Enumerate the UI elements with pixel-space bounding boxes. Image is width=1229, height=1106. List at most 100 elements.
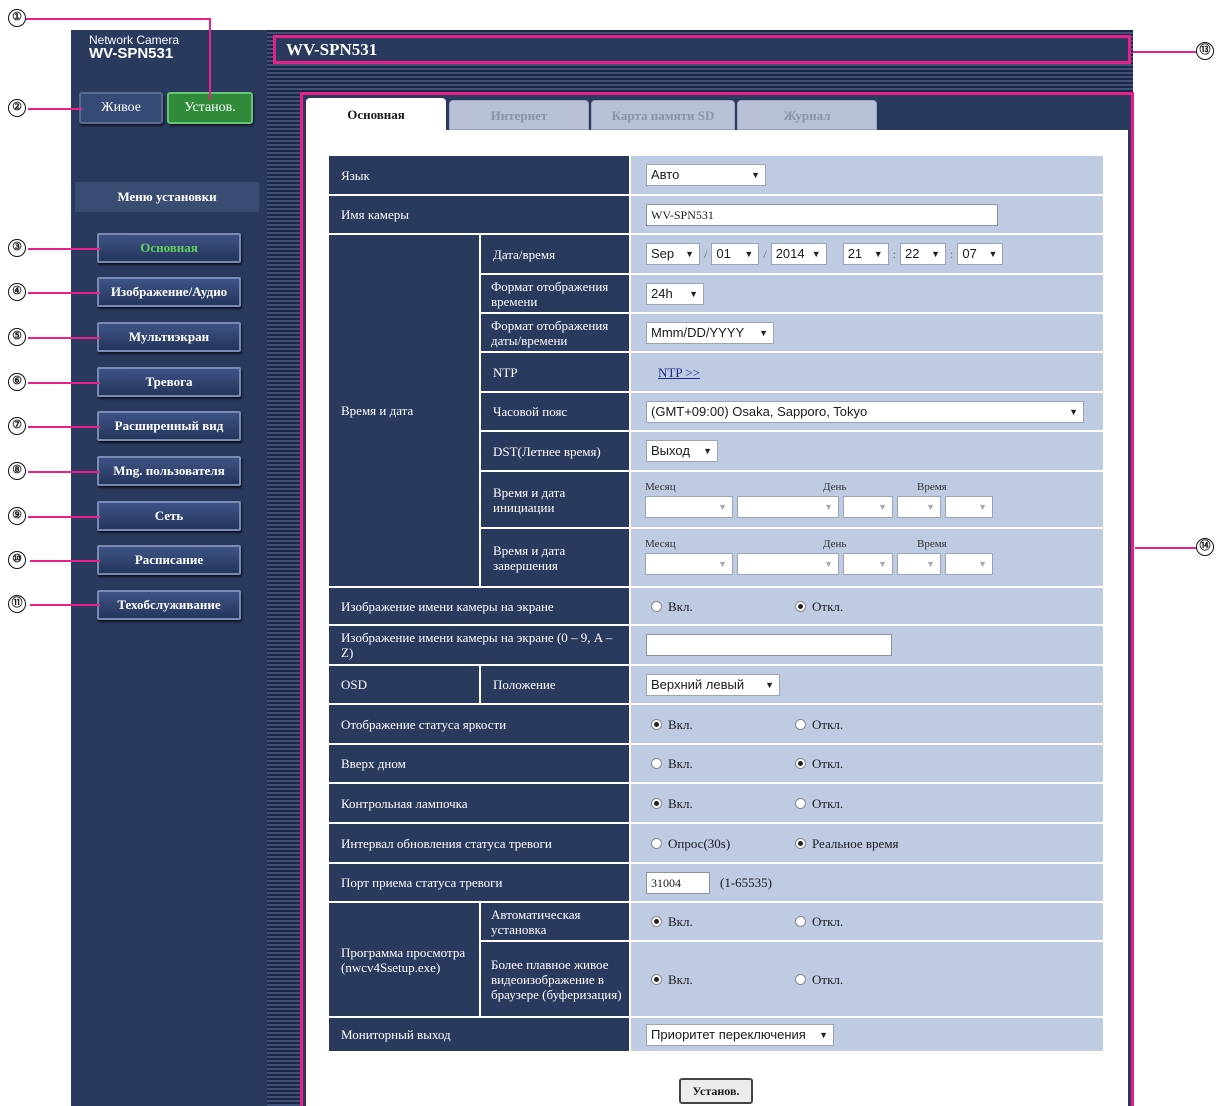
end-day-select[interactable]: ▼: [843, 553, 893, 575]
start-minute-select[interactable]: ▼: [945, 496, 993, 518]
tab-basic[interactable]: Основная: [306, 98, 446, 132]
ntp-link[interactable]: NTP >>: [658, 365, 700, 380]
menu-basic-button[interactable]: Основная: [97, 233, 241, 263]
alarm-realtime-radio[interactable]: Реальное время: [795, 836, 899, 851]
second-select[interactable]: 07 ▼: [957, 243, 1004, 265]
date-format-value: Mmm/DD/YYYY: [651, 324, 745, 340]
radio-label: Откл.: [812, 598, 844, 614]
auto-install-label: Автоматическая установка: [481, 903, 629, 940]
start-day-select[interactable]: ▼: [843, 496, 893, 518]
upside-down-label: Вверх дном: [329, 745, 629, 782]
start-week-select[interactable]: ▼: [737, 496, 839, 518]
auto-install-on-radio[interactable]: Вкл.: [651, 914, 693, 929]
callout-1: ①: [8, 9, 26, 27]
datetime-label: Дата/время: [481, 235, 629, 273]
camera-title-display-label: Изображение имени камеры на экране: [329, 588, 629, 624]
menu-user-mng-button[interactable]: Mng. пользователя: [97, 456, 241, 486]
radio-label: Вкл.: [668, 795, 693, 811]
camera-name-input[interactable]: WV-SPN531: [646, 203, 998, 226]
minute-select[interactable]: 22 ▼: [900, 243, 947, 265]
day-select[interactable]: 01 ▼: [711, 243, 760, 265]
monitor-out-label: Мониторный выход: [329, 1018, 629, 1051]
set-button[interactable]: Установ.: [679, 1078, 753, 1104]
chevron-down-icon: ▼: [824, 502, 833, 512]
osd-position-select[interactable]: Верхний левый ▼: [646, 673, 780, 696]
callout-line: [28, 382, 100, 384]
tab-sd-card[interactable]: Карта памяти SD: [591, 100, 735, 130]
year-select[interactable]: 2014 ▼: [770, 243, 827, 265]
radio-checked-icon: [795, 758, 806, 769]
chevron-down-icon: ▼: [926, 559, 935, 569]
dst-value: Выход: [651, 443, 690, 458]
callout-2: ②: [8, 99, 26, 117]
time-format-value: 24h: [651, 285, 673, 301]
time-separator: :: [950, 246, 954, 261]
indicator-off-radio[interactable]: Откл.: [795, 796, 843, 811]
camera-title-on-radio[interactable]: Вкл.: [651, 599, 693, 614]
menu-schedule-button[interactable]: Расписание: [97, 545, 241, 575]
alarm-port-input[interactable]: 31004: [646, 871, 710, 894]
menu-alarm-button[interactable]: Тревога: [97, 367, 241, 397]
timezone-select[interactable]: (GMT+09:00) Osaka, Sapporo, Tokyo ▼: [646, 400, 1084, 423]
callout-3: ③: [8, 239, 26, 257]
menu-multiscreen-button[interactable]: Мультиэкран: [97, 322, 241, 352]
timezone-label: Часовой пояс: [481, 393, 629, 430]
menu-maintenance-button[interactable]: Техобслуживание: [97, 590, 241, 620]
osd-position-label: Положение: [481, 666, 629, 703]
camera-title-off-radio[interactable]: Откл.: [795, 599, 843, 614]
end-day-caption: День: [823, 538, 847, 550]
chevron-down-icon: ▼: [703, 446, 712, 456]
radio-icon: [795, 916, 806, 927]
callout-line: [28, 292, 100, 294]
upside-down-off-radio[interactable]: Откл.: [795, 756, 843, 771]
monitor-out-select[interactable]: Приоритет переключения ▼: [646, 1023, 834, 1046]
end-week-select[interactable]: ▼: [737, 553, 839, 575]
hour-select[interactable]: 21 ▼: [842, 243, 889, 265]
smoother-on-radio[interactable]: Вкл.: [651, 972, 693, 987]
end-month-select[interactable]: ▼: [645, 553, 733, 575]
callout-line: [30, 560, 100, 562]
auto-install-off-radio[interactable]: Откл.: [795, 914, 843, 929]
smoother-off-radio[interactable]: Откл.: [795, 972, 843, 987]
second-value: 07: [962, 246, 977, 261]
callout-6: ⑥: [8, 373, 26, 391]
upside-down-on-radio[interactable]: Вкл.: [651, 756, 693, 771]
radio-icon: [651, 837, 662, 849]
start-hour-select[interactable]: ▼: [897, 496, 941, 518]
month-select[interactable]: Sep ▼: [646, 243, 700, 265]
chevron-down-icon: ▼: [811, 249, 821, 259]
time-separator: :: [892, 246, 897, 261]
language-select[interactable]: Авто ▼: [646, 164, 766, 186]
indicator-on-radio[interactable]: Вкл.: [651, 796, 693, 811]
monitor-out-row: Приоритет переключения ▼: [631, 1018, 1103, 1051]
menu-advanced-button[interactable]: Расширенный вид: [97, 411, 241, 441]
chevron-down-icon: ▼: [878, 559, 887, 569]
callout-7: ⑦: [8, 417, 26, 435]
radio-checked-icon: [651, 718, 662, 730]
radio-icon: [651, 758, 662, 769]
end-hour-select[interactable]: ▼: [897, 553, 941, 575]
tab-internet[interactable]: Интернет: [449, 100, 589, 130]
viewer-group-label: Программа просмотра (nwcv4Ssetup.exe): [329, 903, 479, 1016]
brightness-on-radio[interactable]: Вкл.: [651, 717, 693, 732]
callout-line: [209, 18, 211, 100]
chevron-down-icon: ▼: [931, 249, 941, 259]
live-button[interactable]: Живое: [79, 92, 163, 124]
tab-log[interactable]: Журнал: [737, 100, 877, 130]
alarm-polling-radio[interactable]: Опрос(30s): [651, 836, 730, 851]
start-month-select[interactable]: ▼: [645, 496, 733, 518]
end-minute-select[interactable]: ▼: [945, 553, 993, 575]
date-format-select[interactable]: Mmm/DD/YYYY ▼: [646, 321, 774, 344]
menu-network-button[interactable]: Сеть: [97, 501, 241, 531]
camera-title-text-input[interactable]: [646, 634, 892, 656]
dst-select[interactable]: Выход ▼: [646, 440, 718, 462]
radio-label: Вкл.: [668, 598, 693, 614]
menu-image-audio-button[interactable]: Изображение/Аудио: [97, 277, 241, 307]
callout-line: [28, 108, 82, 110]
date-separator: /: [763, 246, 767, 261]
callout-line: [28, 248, 100, 250]
minute-value: 22: [905, 246, 920, 261]
upside-down-row: Вкл. Откл.: [631, 745, 1103, 782]
time-format-select[interactable]: 24h ▼: [646, 282, 704, 305]
brightness-off-radio[interactable]: Откл.: [795, 717, 843, 732]
